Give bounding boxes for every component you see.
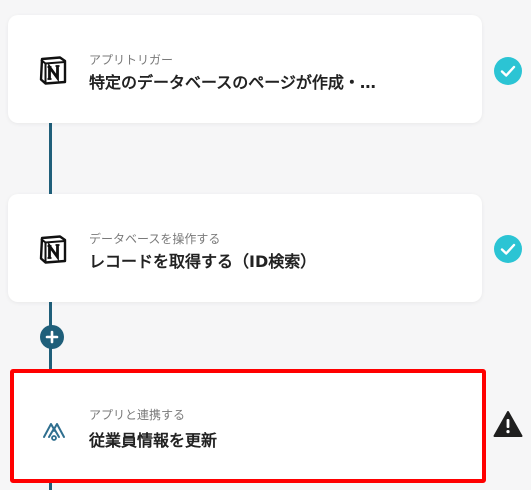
step-type-label: アプリと連携する — [89, 408, 186, 422]
add-step-button[interactable] — [40, 325, 64, 349]
step-type-label: アプリトリガー — [89, 53, 174, 67]
step-title: 従業員情報を更新 — [89, 431, 218, 450]
step-title: 特定のデータベースのページが作成・… — [89, 73, 376, 92]
check-circle-icon — [494, 235, 522, 263]
step-title: レコードを取得する（ID検索） — [89, 252, 317, 271]
warning-triangle-icon — [493, 410, 523, 438]
flow-step-trigger[interactable]: アプリトリガー 特定のデータベースのページが作成・… — [8, 15, 482, 123]
flow-canvas: アプリトリガー 特定のデータベースのページが作成・… データベースを操作する レ… — [0, 0, 531, 490]
flow-step-get-record[interactable]: データベースを操作する レコードを取得する（ID検索） — [8, 194, 482, 302]
notion-icon — [36, 232, 70, 266]
notion-icon — [36, 53, 70, 87]
flow-step-update-employee[interactable]: アプリと連携する 従業員情報を更新 — [10, 369, 486, 483]
check-circle-icon — [494, 57, 522, 85]
plus-icon — [40, 325, 64, 349]
step-type-label: データベースを操作する — [89, 232, 221, 246]
integration-app-icon — [40, 417, 74, 451]
flow-connector — [49, 120, 52, 200]
